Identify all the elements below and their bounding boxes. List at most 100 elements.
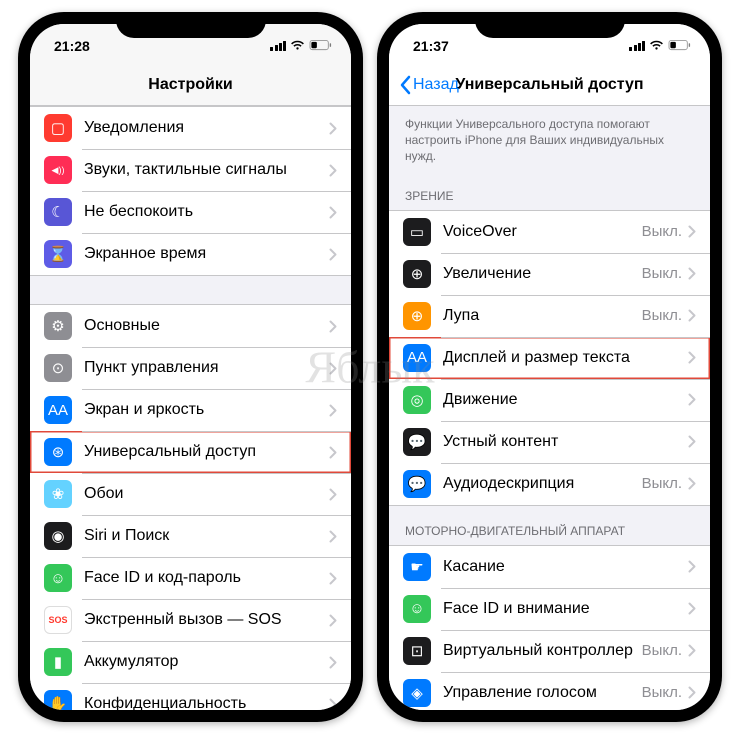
accessibility-content[interactable]: Функции Универсального доступа помогают … <box>389 106 710 710</box>
accessibility-icon: ⊛ <box>44 438 72 466</box>
settings-content[interactable]: ▢ Уведомления ◀)) Звуки, тактильные сигн… <box>30 106 351 710</box>
screen-right: 21:37 Назад Универсальный доступ Функции… <box>389 24 710 710</box>
row-label: Уведомления <box>84 119 329 137</box>
battery-icon: ▮ <box>44 648 72 676</box>
settings-row[interactable]: ◎ Движение <box>389 379 710 421</box>
settings-row[interactable]: ◈ Управление голосом Выкл. <box>389 672 710 710</box>
chevron-right-icon <box>688 644 696 657</box>
row-label: Дисплей и размер текста <box>443 349 688 367</box>
settings-row[interactable]: ⊕ Лупа Выкл. <box>389 295 710 337</box>
chevron-right-icon <box>329 698 337 711</box>
phone-right: 21:37 Назад Универсальный доступ Функции… <box>377 12 722 722</box>
row-label: Виртуальный контроллер <box>443 642 642 660</box>
settings-row[interactable]: ⚙ Основные <box>30 305 351 347</box>
row-label: VoiceOver <box>443 223 642 241</box>
back-button[interactable]: Назад <box>399 75 459 95</box>
status-time: 21:28 <box>54 38 90 54</box>
settings-row[interactable]: AA Экран и яркость <box>30 389 351 431</box>
settings-row[interactable]: ❀ Обои <box>30 473 351 515</box>
chevron-right-icon <box>329 122 337 135</box>
row-status: Выкл. <box>642 307 682 324</box>
nav-bar: Назад Универсальный доступ <box>389 68 710 106</box>
row-label: Не беспокоить <box>84 203 329 221</box>
settings-row[interactable]: ▭ VoiceOver Выкл. <box>389 211 710 253</box>
phone-left: 21:28 Настройки ▢ Уведомления ◀)) Звуки,… <box>18 12 363 722</box>
chevron-right-icon <box>329 530 337 543</box>
row-label: Аудиодескрипция <box>443 475 642 493</box>
voiceover-icon: ▭ <box>403 218 431 246</box>
notify-icon: ▢ <box>44 114 72 142</box>
status-indicators <box>270 38 333 54</box>
cellular-icon <box>629 41 645 51</box>
settings-row[interactable]: ✋ Конфиденциальность <box>30 683 351 710</box>
settings-row[interactable]: ⊡ Виртуальный контроллер Выкл. <box>389 630 710 672</box>
row-label: Лупа <box>443 307 642 325</box>
row-label: Face ID и внимание <box>443 600 688 618</box>
spoken-icon: 💬 <box>403 428 431 456</box>
row-label: Аккумулятор <box>84 653 329 671</box>
settings-row[interactable]: 💬 Устный контент <box>389 421 710 463</box>
chevron-right-icon <box>329 572 337 585</box>
back-label: Назад <box>413 76 459 94</box>
settings-row[interactable]: ⊕ Увеличение Выкл. <box>389 253 710 295</box>
notch <box>116 12 266 38</box>
wallpaper-icon: ❀ <box>44 480 72 508</box>
voice-icon: ◈ <box>403 679 431 707</box>
settings-row[interactable]: ⊛ Универсальный доступ <box>30 431 351 473</box>
settings-row[interactable]: ▮ Аккумулятор <box>30 641 351 683</box>
settings-row[interactable]: ☺ Face ID и внимание <box>389 588 710 630</box>
settings-row[interactable]: ☛ Касание <box>389 546 710 588</box>
chevron-right-icon <box>329 404 337 417</box>
row-label: Звуки, тактильные сигналы <box>84 161 329 179</box>
chevron-right-icon <box>688 309 696 322</box>
control-icon: ⊙ <box>44 354 72 382</box>
siri-icon: ◉ <box>44 522 72 550</box>
notch <box>475 12 625 38</box>
wifi-icon <box>649 38 664 54</box>
settings-row[interactable]: ◉ Siri и Поиск <box>30 515 351 557</box>
list-group: ▭ VoiceOver Выкл. ⊕ Увеличение Выкл. ⊕ Л… <box>389 210 710 506</box>
chevron-right-icon <box>688 267 696 280</box>
chevron-right-icon <box>329 164 337 177</box>
row-label: Пункт управления <box>84 359 329 377</box>
settings-row[interactable]: ▢ Уведомления <box>30 107 351 149</box>
wifi-icon <box>290 38 305 54</box>
zoom-icon: ⊕ <box>403 260 431 288</box>
faceid-icon: ☺ <box>44 564 72 592</box>
nav-bar: Настройки <box>30 68 351 106</box>
chevron-right-icon <box>688 435 696 448</box>
section-description: Функции Универсального доступа помогают … <box>389 106 710 171</box>
screentime-icon: ⌛ <box>44 240 72 268</box>
settings-row[interactable]: ☾ Не беспокоить <box>30 191 351 233</box>
row-status: Выкл. <box>642 475 682 492</box>
list-group: ☛ Касание ☺ Face ID и внимание ⊡ Виртуал… <box>389 545 710 710</box>
section-header: ЗРЕНИЕ <box>389 171 710 210</box>
settings-row[interactable]: 💬 Аудиодескрипция Выкл. <box>389 463 710 505</box>
chevron-right-icon <box>329 614 337 627</box>
row-status: Выкл. <box>642 265 682 282</box>
chevron-left-icon <box>399 75 411 95</box>
chevron-right-icon <box>688 225 696 238</box>
dnd-icon: ☾ <box>44 198 72 226</box>
settings-row[interactable]: ⊙ Пункт управления <box>30 347 351 389</box>
settings-row[interactable]: ☺ Face ID и код-пароль <box>30 557 351 599</box>
list-group: ⚙ Основные ⊙ Пункт управления AA Экран и… <box>30 304 351 710</box>
chevron-right-icon <box>688 602 696 615</box>
chevron-right-icon <box>688 393 696 406</box>
row-label: Управление голосом <box>443 684 642 702</box>
privacy-icon: ✋ <box>44 690 72 710</box>
settings-row[interactable]: AA Дисплей и размер текста <box>389 337 710 379</box>
row-label: Движение <box>443 391 688 409</box>
settings-row[interactable]: SOS Экстренный вызов — SOS <box>30 599 351 641</box>
settings-row[interactable]: ◀)) Звуки, тактильные сигналы <box>30 149 351 191</box>
display-icon: AA <box>44 396 72 424</box>
row-status: Выкл. <box>642 223 682 240</box>
settings-row[interactable]: ⌛ Экранное время <box>30 233 351 275</box>
row-label: Универсальный доступ <box>84 443 329 461</box>
group-spacer <box>30 276 351 304</box>
audiodesc-icon: 💬 <box>403 470 431 498</box>
row-label: Экранное время <box>84 245 329 263</box>
row-label: Устный контент <box>443 433 688 451</box>
chevron-right-icon <box>688 351 696 364</box>
battery-icon <box>668 38 692 54</box>
